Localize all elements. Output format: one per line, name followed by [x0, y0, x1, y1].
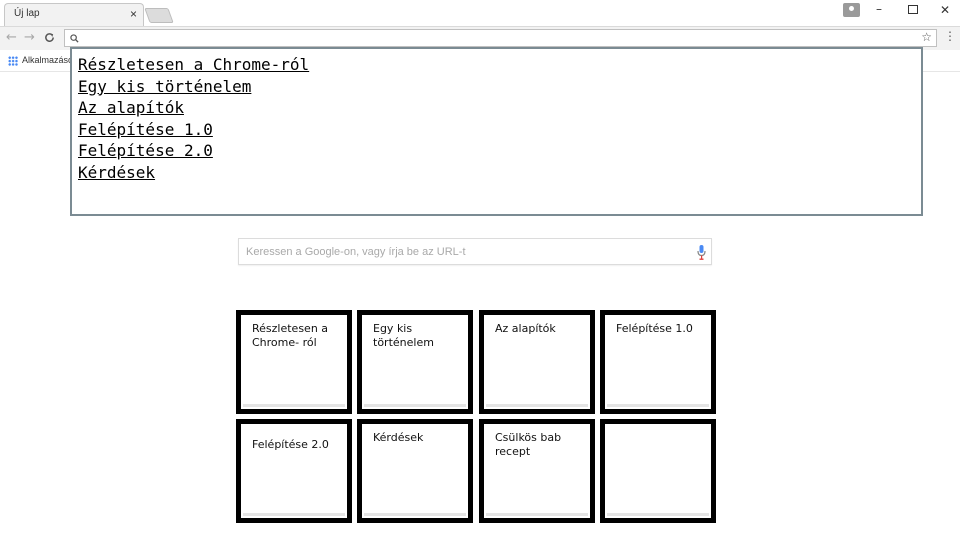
- google-search-input[interactable]: Keressen a Google-on, vagy írja be az UR…: [238, 238, 712, 265]
- navigation-overlay: Részletesen a Chrome-ról Egy kis történe…: [70, 47, 923, 216]
- tile[interactable]: Részletesen a Chrome- ról: [236, 310, 352, 414]
- nav-link-structure-2[interactable]: Felépítése 2.0: [78, 141, 213, 160]
- restore-icon[interactable]: [908, 5, 918, 14]
- list-item: Az alapítók: [78, 97, 309, 119]
- apps-grid-icon[interactable]: [8, 56, 18, 66]
- navigation-link-list: Részletesen a Chrome-ról Egy kis történe…: [78, 54, 309, 183]
- profile-icon[interactable]: [843, 3, 860, 17]
- forward-arrow-icon[interactable]: →: [24, 30, 35, 45]
- menu-icon[interactable]: ⋮: [944, 29, 956, 43]
- list-item: Felépítése 2.0: [78, 140, 309, 162]
- search-placeholder: Keressen a Google-on, vagy írja be az UR…: [246, 246, 466, 258]
- nav-link-founders[interactable]: Az alapítók: [78, 98, 184, 117]
- tile-thumbnail: [607, 426, 709, 516]
- nav-link-questions[interactable]: Kérdések: [78, 163, 155, 182]
- tile[interactable]: Az alapítók: [479, 310, 595, 414]
- tile-label: Felépítése 2.0: [252, 438, 329, 451]
- tile[interactable]: Felépítése 2.0: [236, 419, 352, 523]
- nav-link-structure-1[interactable]: Felépítése 1.0: [78, 120, 213, 139]
- tile-label: Az alapítók: [495, 322, 556, 335]
- close-icon[interactable]: ×: [130, 6, 137, 22]
- nav-link-chrome-details[interactable]: Részletesen a Chrome-ról: [78, 55, 309, 74]
- tile[interactable]: Csülkös bab recept: [479, 419, 595, 523]
- tile[interactable]: [600, 419, 716, 523]
- tab-new-tab[interactable]: Új lap ×: [4, 3, 144, 26]
- list-item: Kérdések: [78, 162, 309, 184]
- tab-strip: Új lap × – ✕: [0, 0, 960, 26]
- minimize-icon[interactable]: –: [876, 2, 882, 16]
- list-item: Felépítése 1.0: [78, 119, 309, 141]
- search-icon: [70, 31, 79, 46]
- tile[interactable]: Egy kis történelem: [357, 310, 473, 414]
- tile-label: Csülkös bab recept: [495, 431, 562, 458]
- microphone-icon[interactable]: [697, 245, 706, 260]
- tile[interactable]: Kérdések: [357, 419, 473, 523]
- window-close-icon[interactable]: ✕: [940, 3, 950, 17]
- back-arrow-icon[interactable]: ←: [6, 30, 17, 45]
- new-tab-button[interactable]: [144, 8, 174, 23]
- nav-link-history[interactable]: Egy kis történelem: [78, 77, 251, 96]
- tile-label: Egy kis történelem: [373, 322, 434, 349]
- reload-icon[interactable]: [44, 30, 55, 47]
- star-icon[interactable]: ☆: [921, 30, 932, 44]
- tab-title: Új lap: [14, 8, 40, 19]
- list-item: Részletesen a Chrome-ról: [78, 54, 309, 76]
- tile-label: Kérdések: [373, 431, 424, 444]
- tile[interactable]: Felépítése 1.0: [600, 310, 716, 414]
- tile-label: Részletesen a Chrome- ról: [252, 322, 329, 349]
- address-bar[interactable]: ☆: [64, 29, 937, 47]
- list-item: Egy kis történelem: [78, 76, 309, 98]
- tile-label: Felépítése 1.0: [616, 322, 693, 335]
- most-visited-tiles: Részletesen a Chrome- ról Egy kis történ…: [236, 310, 716, 523]
